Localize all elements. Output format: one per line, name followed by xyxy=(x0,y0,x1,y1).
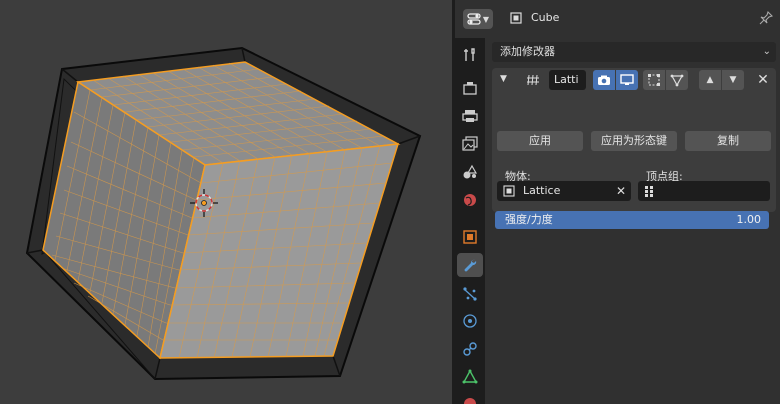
vertex-group-icon xyxy=(645,186,653,197)
view-layer-tab[interactable] xyxy=(457,132,483,156)
properties-header: ▼ Cube xyxy=(455,0,780,38)
constraint-icon xyxy=(463,342,477,356)
object-field-value: Lattice xyxy=(523,184,561,197)
editor-type-button[interactable]: ▼ xyxy=(463,9,493,29)
strength-label: 强度/力度 xyxy=(505,213,553,226)
object-field[interactable]: Lattice ✕ xyxy=(497,181,631,201)
remove-modifier-button[interactable]: ✕ xyxy=(756,72,770,88)
object-square-icon xyxy=(503,185,515,197)
modifier-name-field[interactable]: Latti xyxy=(549,70,586,90)
edit-mode-icon xyxy=(648,74,660,86)
chevron-down-icon: ▼ xyxy=(482,14,490,24)
camera-icon xyxy=(598,75,610,85)
move-up-button[interactable]: ▲ xyxy=(699,70,721,90)
triangle-up-icon: ▲ xyxy=(706,75,714,85)
cage-triangle-icon xyxy=(670,74,684,87)
render-toggle[interactable] xyxy=(593,70,615,90)
tool-tab[interactable] xyxy=(457,43,483,67)
clear-icon[interactable]: ✕ xyxy=(616,181,626,201)
properties-panel: 添加修改器 ⌄ ▼ Latti ▲ ▼ ✕ 应用 应用为形态键 复制 物体: 顶… xyxy=(485,38,780,404)
output-tab[interactable] xyxy=(457,104,483,128)
triangle-down-icon: ▼ xyxy=(729,75,737,85)
collapse-arrow-icon[interactable]: ▼ xyxy=(500,74,507,84)
data-tab[interactable] xyxy=(457,365,483,389)
world-tab[interactable] xyxy=(457,188,483,212)
particles-tab[interactable] xyxy=(457,282,483,306)
close-icon: ✕ xyxy=(757,72,769,88)
modifier-header: ▼ Latti ▲ ▼ ✕ xyxy=(492,68,776,92)
properties-tab-bar xyxy=(455,38,485,404)
object-name: Cube xyxy=(531,11,560,24)
printer-icon xyxy=(462,110,478,122)
apply-as-shape-key-button[interactable]: 应用为形态键 xyxy=(591,131,677,151)
lattice-modifier-panel: ▼ Latti ▲ ▼ ✕ 应用 应用为形态键 复制 物体: 顶点组: Latt… xyxy=(492,68,776,229)
pin-icon[interactable] xyxy=(758,10,774,26)
constraints-tab[interactable] xyxy=(457,337,483,361)
vertex-group-field[interactable] xyxy=(638,181,770,201)
viewport-toggle[interactable] xyxy=(616,70,638,90)
modifiers-tab[interactable] xyxy=(457,253,483,277)
physics-icon xyxy=(463,314,477,328)
scene-tab[interactable] xyxy=(457,160,483,184)
apply-button[interactable]: 应用 xyxy=(497,131,583,151)
on-cage-toggle[interactable] xyxy=(666,70,688,90)
properties-editor-icon xyxy=(467,13,481,25)
mesh-data-icon xyxy=(462,369,478,384)
object-square-icon xyxy=(510,12,522,24)
object-tab[interactable] xyxy=(457,225,483,249)
object-square-icon xyxy=(463,230,477,244)
3d-viewport[interactable] xyxy=(0,0,452,404)
strength-value: 1.00 xyxy=(736,213,762,226)
move-down-button[interactable]: ▼ xyxy=(722,70,744,90)
render-tab[interactable] xyxy=(457,76,483,100)
viewport-canvas[interactable] xyxy=(0,0,452,404)
world-icon xyxy=(464,194,476,206)
image-stack-icon xyxy=(462,136,478,151)
add-modifier-label: 添加修改器 xyxy=(500,45,555,58)
camera-back-icon xyxy=(463,82,477,95)
editmode-toggle[interactable] xyxy=(643,70,665,90)
lattice-icon xyxy=(527,74,539,86)
strength-slider[interactable]: 强度/力度 1.00 xyxy=(495,211,769,229)
material-tab[interactable] xyxy=(457,390,483,404)
material-icon xyxy=(464,398,476,404)
particles-icon xyxy=(463,287,477,301)
tool-icon xyxy=(464,48,475,61)
copy-button[interactable]: 复制 xyxy=(685,131,771,151)
monitor-icon xyxy=(620,74,634,85)
wrench-icon xyxy=(464,259,477,272)
physics-tab[interactable] xyxy=(457,309,483,333)
add-modifier-dropdown[interactable]: 添加修改器 ⌄ xyxy=(492,42,776,62)
scene-icon xyxy=(463,164,478,179)
chevron-down-icon: ⌄ xyxy=(762,46,771,57)
